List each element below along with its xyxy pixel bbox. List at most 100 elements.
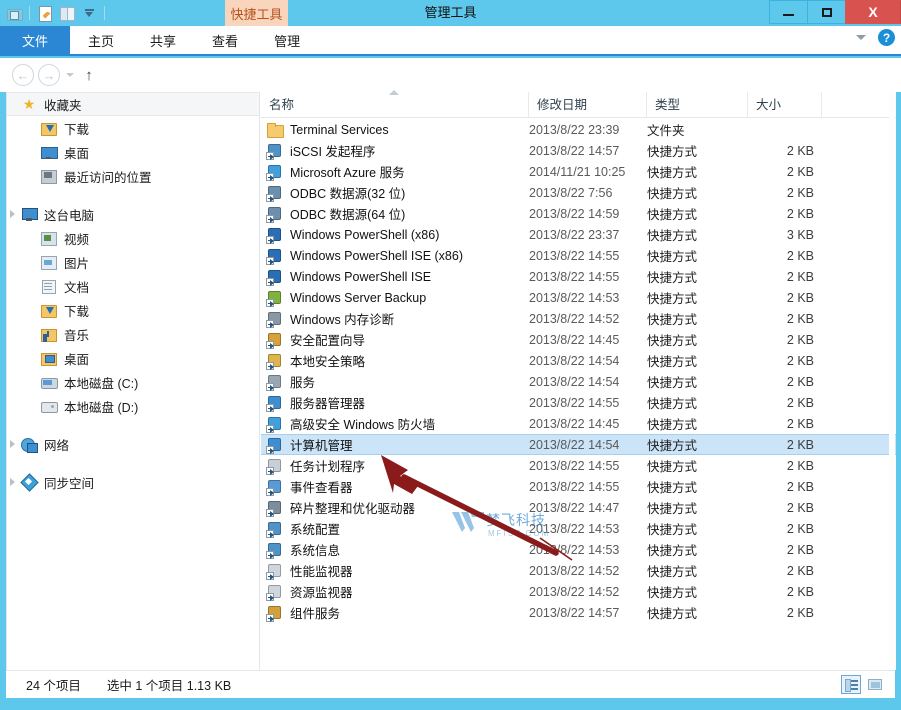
table-row[interactable]: iSCSI 发起程序2013/8/22 14:57快捷方式2 KB [261,140,896,161]
back-button[interactable]: ← [12,64,34,86]
file-date-cell: 2013/8/22 14:54 [529,354,647,368]
table-row[interactable]: 任务计划程序2013/8/22 14:55快捷方式2 KB [261,455,896,476]
table-row[interactable]: ODBC 数据源(64 位)2013/8/22 14:59快捷方式2 KB [261,203,896,224]
sidebar-item-local-disk-d[interactable]: 本地磁盘 (D:) [7,394,259,418]
sidebar-item-desktop-2[interactable]: 桌面 [7,346,259,370]
nav-spacer [7,418,259,432]
table-row[interactable]: Microsoft Azure 服务2014/11/21 10:25快捷方式2 … [261,161,896,182]
performance-monitor-shortcut-icon [267,563,283,579]
sidebar-item-videos[interactable]: 视频 [7,226,259,250]
chevron-down-icon[interactable] [856,35,866,40]
nav-group-favorites[interactable]: ★ 收藏夹 [7,92,259,116]
table-row[interactable]: 安全配置向导2013/8/22 14:45快捷方式2 KB [261,329,896,350]
nav-group-this-pc[interactable]: 这台电脑 [7,202,259,226]
properties-icon[interactable] [35,3,55,23]
documents-folder-icon [41,278,57,294]
sidebar-item-downloads[interactable]: 下载 [7,116,259,140]
sidebar-item-music[interactable]: 音乐 [7,322,259,346]
sort-ascending-icon [389,90,399,95]
file-name-label: Windows 内存诊断 [290,309,394,328]
tab-home[interactable]: 主页 [70,26,132,54]
minimize-button[interactable] [769,0,807,24]
table-row[interactable]: 高级安全 Windows 防火墙2013/8/22 14:45快捷方式2 KB [261,413,896,434]
nav-label: 这台电脑 [44,205,94,224]
new-folder-icon[interactable] [57,3,77,23]
chevron-right-icon[interactable] [9,477,19,487]
table-row[interactable]: 组件服务2013/8/22 14:57快捷方式2 KB [261,602,896,623]
file-date-cell: 2013/8/22 7:56 [529,186,647,200]
sidebar-item-documents[interactable]: 文档 [7,274,259,298]
tab-manage[interactable]: 管理 [256,26,318,54]
file-date-cell: 2013/8/22 14:59 [529,207,647,221]
file-name-cell: Terminal Services [261,122,529,138]
file-date-cell: 2013/8/22 14:55 [529,396,647,410]
column-header-date[interactable]: 修改日期 [529,92,647,118]
file-size-cell: 2 KB [748,480,822,494]
file-type-cell: 快捷方式 [647,561,748,580]
file-date-cell: 2013/8/22 14:52 [529,585,647,599]
column-header-name[interactable]: 名称 [261,92,529,118]
maximize-button[interactable] [807,0,845,24]
table-row[interactable]: Windows PowerShell ISE2013/8/22 14:55快捷方… [261,266,896,287]
chevron-down-icon[interactable] [79,3,99,23]
table-row[interactable]: 本地安全策略2013/8/22 14:54快捷方式2 KB [261,350,896,371]
sidebar-item-recent-places[interactable]: 最近访问的位置 [7,164,259,188]
nav-label: 文档 [64,277,89,296]
recent-locations-icon[interactable] [66,73,74,77]
sidebar-item-network[interactable]: 网络 [7,432,259,456]
file-size-cell: 2 KB [748,501,822,515]
sidebar-item-downloads-2[interactable]: 下载 [7,298,259,322]
file-date-cell: 2013/8/22 14:54 [529,375,647,389]
help-icon[interactable]: ? [878,29,895,46]
table-row[interactable]: Windows 内存诊断2013/8/22 14:52快捷方式2 KB [261,308,896,329]
table-row[interactable]: 事件查看器2013/8/22 14:55快捷方式2 KB [261,476,896,497]
event-viewer-shortcut-icon [267,479,283,495]
sidebar-item-local-disk-c[interactable]: 本地磁盘 (C:) [7,370,259,394]
chevron-right-icon[interactable] [9,209,19,219]
file-name-cell: Windows PowerShell ISE (x86) [261,248,529,264]
chevron-right-icon[interactable] [9,439,19,449]
table-row[interactable]: Windows Server Backup2013/8/22 14:53快捷方式… [261,287,896,308]
nav-label: 同步空间 [44,473,94,492]
tab-file[interactable]: 文件 [0,26,70,54]
folder-check-icon[interactable] [4,3,24,23]
table-row[interactable]: 服务器管理器2013/8/22 14:55快捷方式2 KB [261,392,896,413]
table-row[interactable]: Terminal Services2013/8/22 23:39文件夹 [261,119,896,140]
folder-icon [267,122,283,138]
pictures-folder-icon [41,254,57,270]
tab-share[interactable]: 共享 [132,26,194,54]
file-size-cell: 2 KB [748,522,822,536]
file-name-cell: Windows PowerShell ISE [261,269,529,285]
nav-label: 网络 [44,435,69,454]
sidebar-item-sync-space[interactable]: 同步空间 [7,470,259,494]
table-row[interactable]: ODBC 数据源(32 位)2013/8/22 7:56快捷方式2 KB [261,182,896,203]
close-button[interactable]: X [845,0,901,24]
sidebar-item-desktop[interactable]: 桌面 [7,140,259,164]
up-button[interactable]: ↑ [80,65,98,85]
table-row[interactable]: Windows PowerShell (x86)2013/8/22 23:37快… [261,224,896,245]
system-config-shortcut-icon [267,521,283,537]
file-name-label: 性能监视器 [290,561,353,580]
details-view-button[interactable] [841,675,861,694]
right-gutter [889,92,895,670]
tab-view[interactable]: 查看 [194,26,256,54]
table-row[interactable]: 资源监视器2013/8/22 14:52快捷方式2 KB [261,581,896,602]
column-header-size[interactable]: 大小 [748,92,822,118]
server-manager-shortcut-icon [267,395,283,411]
column-header-type[interactable]: 类型 [647,92,748,118]
table-row[interactable]: 服务2013/8/22 14:54快捷方式2 KB [261,371,896,392]
file-size-cell: 2 KB [748,186,822,200]
sidebar-item-pictures[interactable]: 图片 [7,250,259,274]
file-name-label: iSCSI 发起程序 [290,141,375,160]
file-type-cell: 快捷方式 [647,204,748,223]
file-size-cell: 2 KB [748,606,822,620]
table-row[interactable]: 计算机管理2013/8/22 14:54快捷方式2 KB [261,434,896,455]
large-icons-view-button[interactable] [865,675,885,694]
table-row[interactable]: 性能监视器2013/8/22 14:52快捷方式2 KB [261,560,896,581]
system-info-shortcut-icon [267,542,283,558]
forward-button[interactable]: → [38,64,60,86]
table-row[interactable]: Windows PowerShell ISE (x86)2013/8/22 14… [261,245,896,266]
ribbon-tab-bar: 文件 主页 共享 查看 管理 ? [0,26,901,56]
powershell-shortcut-icon [267,227,283,243]
nav-spacer [7,456,259,470]
